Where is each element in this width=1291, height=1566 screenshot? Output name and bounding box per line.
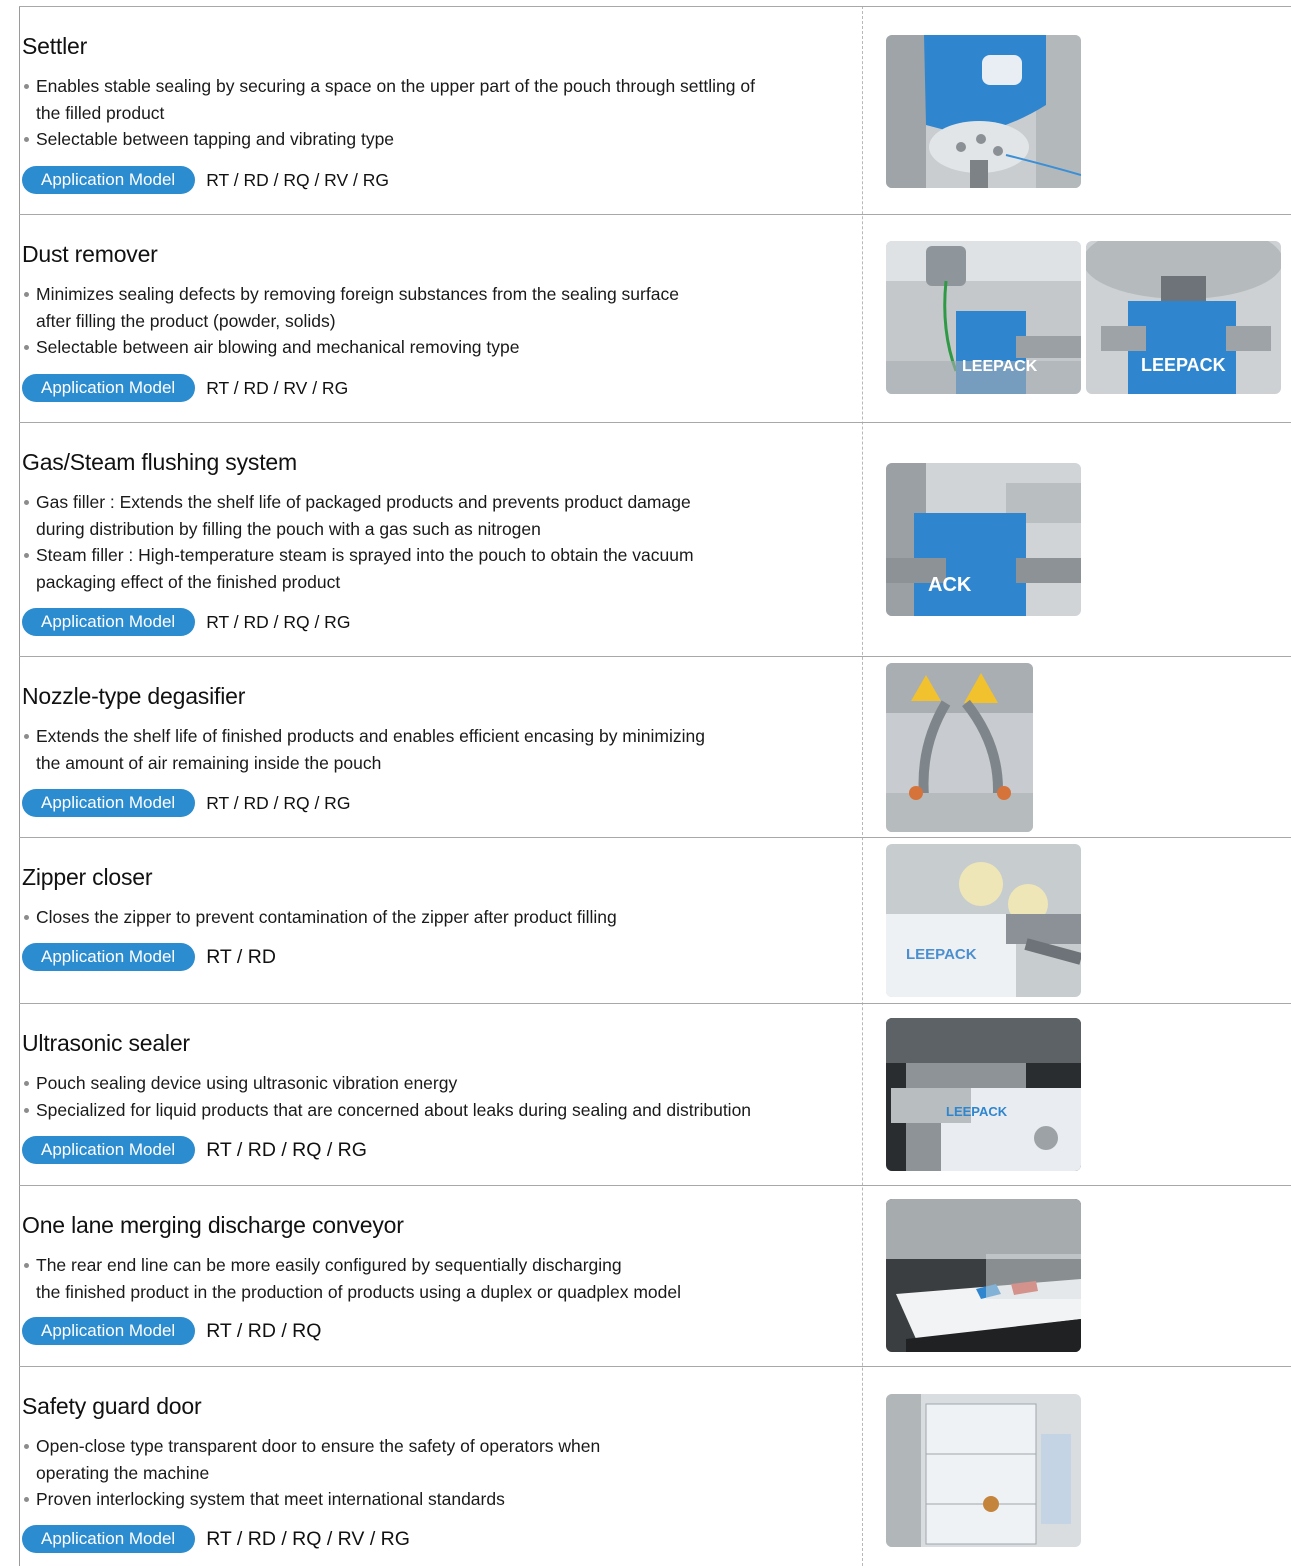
section-title: Nozzle-type degasifier	[22, 683, 246, 709]
model-list: RT / RD / RV / RG	[206, 377, 349, 398]
settler-photo	[886, 35, 1081, 188]
feature-item: Open-close type transparent door to ensu…	[22, 1433, 600, 1486]
row-divider	[19, 214, 1291, 215]
feature-text: operating the machine	[36, 1462, 210, 1483]
model-list: RT / RD	[206, 945, 276, 968]
pouch-label: LEEPACK	[946, 1104, 1008, 1119]
feature-text: the filled product	[36, 102, 165, 123]
feature-text: Minimizes sealing defects by removing fo…	[36, 284, 679, 304]
feature-item: Steam filler : High-temperature steam is…	[22, 542, 694, 595]
feature-text: Selectable between tapping and vibrating…	[36, 129, 395, 149]
application-model-row: Application Model RT / RD / RQ / RG	[22, 1136, 367, 1164]
section-title: Zipper closer	[22, 864, 153, 890]
feature-text: Gas filler : Extends the shelf life of p…	[36, 492, 691, 512]
model-list: RT / RD / RQ / RV / RG	[206, 1527, 410, 1550]
model-list: RT / RD / RQ / RG	[206, 792, 351, 813]
feature-text: Extends the shelf life of finished produ…	[36, 726, 705, 746]
feature-item: The rear end line can be more easily con…	[22, 1252, 681, 1305]
row-divider	[19, 1366, 1291, 1367]
feature-item: Selectable between tapping and vibrating…	[22, 126, 755, 153]
feature-text: Enables stable sealing by securing a spa…	[36, 76, 755, 96]
feature-text: the amount of air remaining inside the p…	[36, 752, 382, 773]
section-title: Ultrasonic sealer	[22, 1030, 190, 1056]
feature-list: Extends the shelf life of finished produ…	[22, 723, 705, 776]
feature-list: Gas filler : Extends the shelf life of p…	[22, 489, 694, 595]
feature-item: Gas filler : Extends the shelf life of p…	[22, 489, 694, 542]
application-model-row: Application Model RT / RD / RQ / RV / RG	[22, 1525, 410, 1553]
feature-list: The rear end line can be more easily con…	[22, 1252, 681, 1305]
model-list: RT / RD / RQ / RV / RG	[206, 169, 390, 190]
model-list: RT / RD / RQ	[206, 1319, 322, 1342]
zipper-closer-photo: LEEPACK	[886, 844, 1081, 997]
feature-item: Minimizes sealing defects by removing fo…	[22, 281, 679, 334]
feature-item: Closes the zipper to prevent contaminati…	[22, 904, 617, 931]
feature-text: Steam filler : High-temperature steam is…	[36, 545, 694, 565]
feature-text: during distribution by filling the pouch…	[36, 518, 541, 539]
feature-list: Pouch sealing device using ultrasonic vi…	[22, 1070, 751, 1123]
feature-item: Enables stable sealing by securing a spa…	[22, 73, 755, 126]
feature-text: Specialized for liquid products that are…	[36, 1099, 752, 1120]
application-model-row: Application Model RT / RD / RQ / RV / RG	[22, 166, 389, 194]
row-divider	[19, 1003, 1291, 1004]
pouch-label: LEEPACK	[962, 358, 1038, 375]
feature-item: Extends the shelf life of finished produ…	[22, 723, 705, 776]
feature-item: Pouch sealing device using ultrasonic vi…	[22, 1070, 751, 1097]
application-model-badge: Application Model	[22, 166, 196, 194]
application-model-badge: Application Model	[22, 608, 196, 636]
application-model-row: Application Model RT / RD / RV / RG	[22, 374, 348, 402]
feature-item: Specialized for liquid products that are…	[22, 1097, 751, 1124]
application-model-badge: Application Model	[22, 374, 196, 402]
feature-list: Minimizes sealing defects by removing fo…	[22, 281, 679, 361]
gas-steam-photo: ACK	[886, 463, 1081, 616]
left-border	[19, 6, 20, 1566]
feature-text: Open-close type transparent door to ensu…	[36, 1436, 601, 1456]
section-title: One lane merging discharge conveyor	[22, 1212, 404, 1238]
application-model-badge: Application Model	[22, 1317, 196, 1345]
section-title: Dust remover	[22, 241, 158, 267]
safety-door-photo	[886, 1394, 1081, 1547]
section-title: Settler	[22, 33, 88, 59]
row-divider	[19, 422, 1291, 423]
application-model-row: Application Model RT / RD / RQ / RG	[22, 789, 350, 817]
feature-text: Proven interlocking system that meet int…	[36, 1489, 505, 1509]
application-model-badge: Application Model	[22, 943, 196, 971]
pouch-label: LEEPACK	[906, 946, 977, 963]
feature-text: Pouch sealing device using ultrasonic vi…	[36, 1073, 458, 1093]
feature-text: Selectable between air blowing and mecha…	[36, 337, 520, 357]
row-divider	[19, 656, 1291, 657]
conveyor-photo	[886, 1199, 1081, 1352]
model-list: RT / RD / RQ / RG	[206, 611, 351, 632]
pouch-label: ACK	[928, 574, 972, 596]
application-model-row: Application Model RT / RD	[22, 943, 276, 971]
feature-text: the finished product in the production o…	[36, 1281, 682, 1302]
application-model-row: Application Model RT / RD / RQ	[22, 1317, 321, 1345]
row-divider	[19, 6, 1291, 7]
feature-text: The rear end line can be more easily con…	[36, 1255, 622, 1275]
degasifier-photo	[886, 663, 1033, 832]
ultrasonic-sealer-photo: LEEPACK	[886, 1018, 1081, 1171]
application-model-badge: Application Model	[22, 1136, 196, 1164]
section-title: Safety guard door	[22, 1393, 202, 1419]
feature-list: Enables stable sealing by securing a spa…	[22, 73, 755, 153]
feature-item: Proven interlocking system that meet int…	[22, 1486, 600, 1513]
feature-list: Open-close type transparent door to ensu…	[22, 1433, 600, 1513]
dust-remover-photo-1: LEEPACK	[886, 241, 1081, 394]
feature-text: after filling the product (powder, solid…	[36, 310, 336, 331]
row-divider	[19, 1185, 1291, 1186]
dust-remover-photo-2: LEEPACK	[1086, 241, 1281, 394]
options-page: Settler Enables stable sealing by securi…	[0, 0, 1291, 1566]
application-model-badge: Application Model	[22, 1525, 196, 1553]
row-divider	[19, 837, 1291, 838]
feature-list: Closes the zipper to prevent contaminati…	[22, 904, 617, 931]
application-model-badge: Application Model	[22, 789, 196, 817]
column-divider	[862, 6, 863, 1566]
feature-item: Selectable between air blowing and mecha…	[22, 334, 679, 361]
feature-text: Closes the zipper to prevent contaminati…	[36, 907, 617, 927]
application-model-row: Application Model RT / RD / RQ / RG	[22, 608, 350, 636]
model-list: RT / RD / RQ / RG	[206, 1138, 367, 1161]
section-title: Gas/Steam flushing system	[22, 449, 297, 475]
pouch-label: LEEPACK	[1141, 355, 1226, 375]
feature-text: packaging effect of the finished product	[36, 571, 341, 592]
